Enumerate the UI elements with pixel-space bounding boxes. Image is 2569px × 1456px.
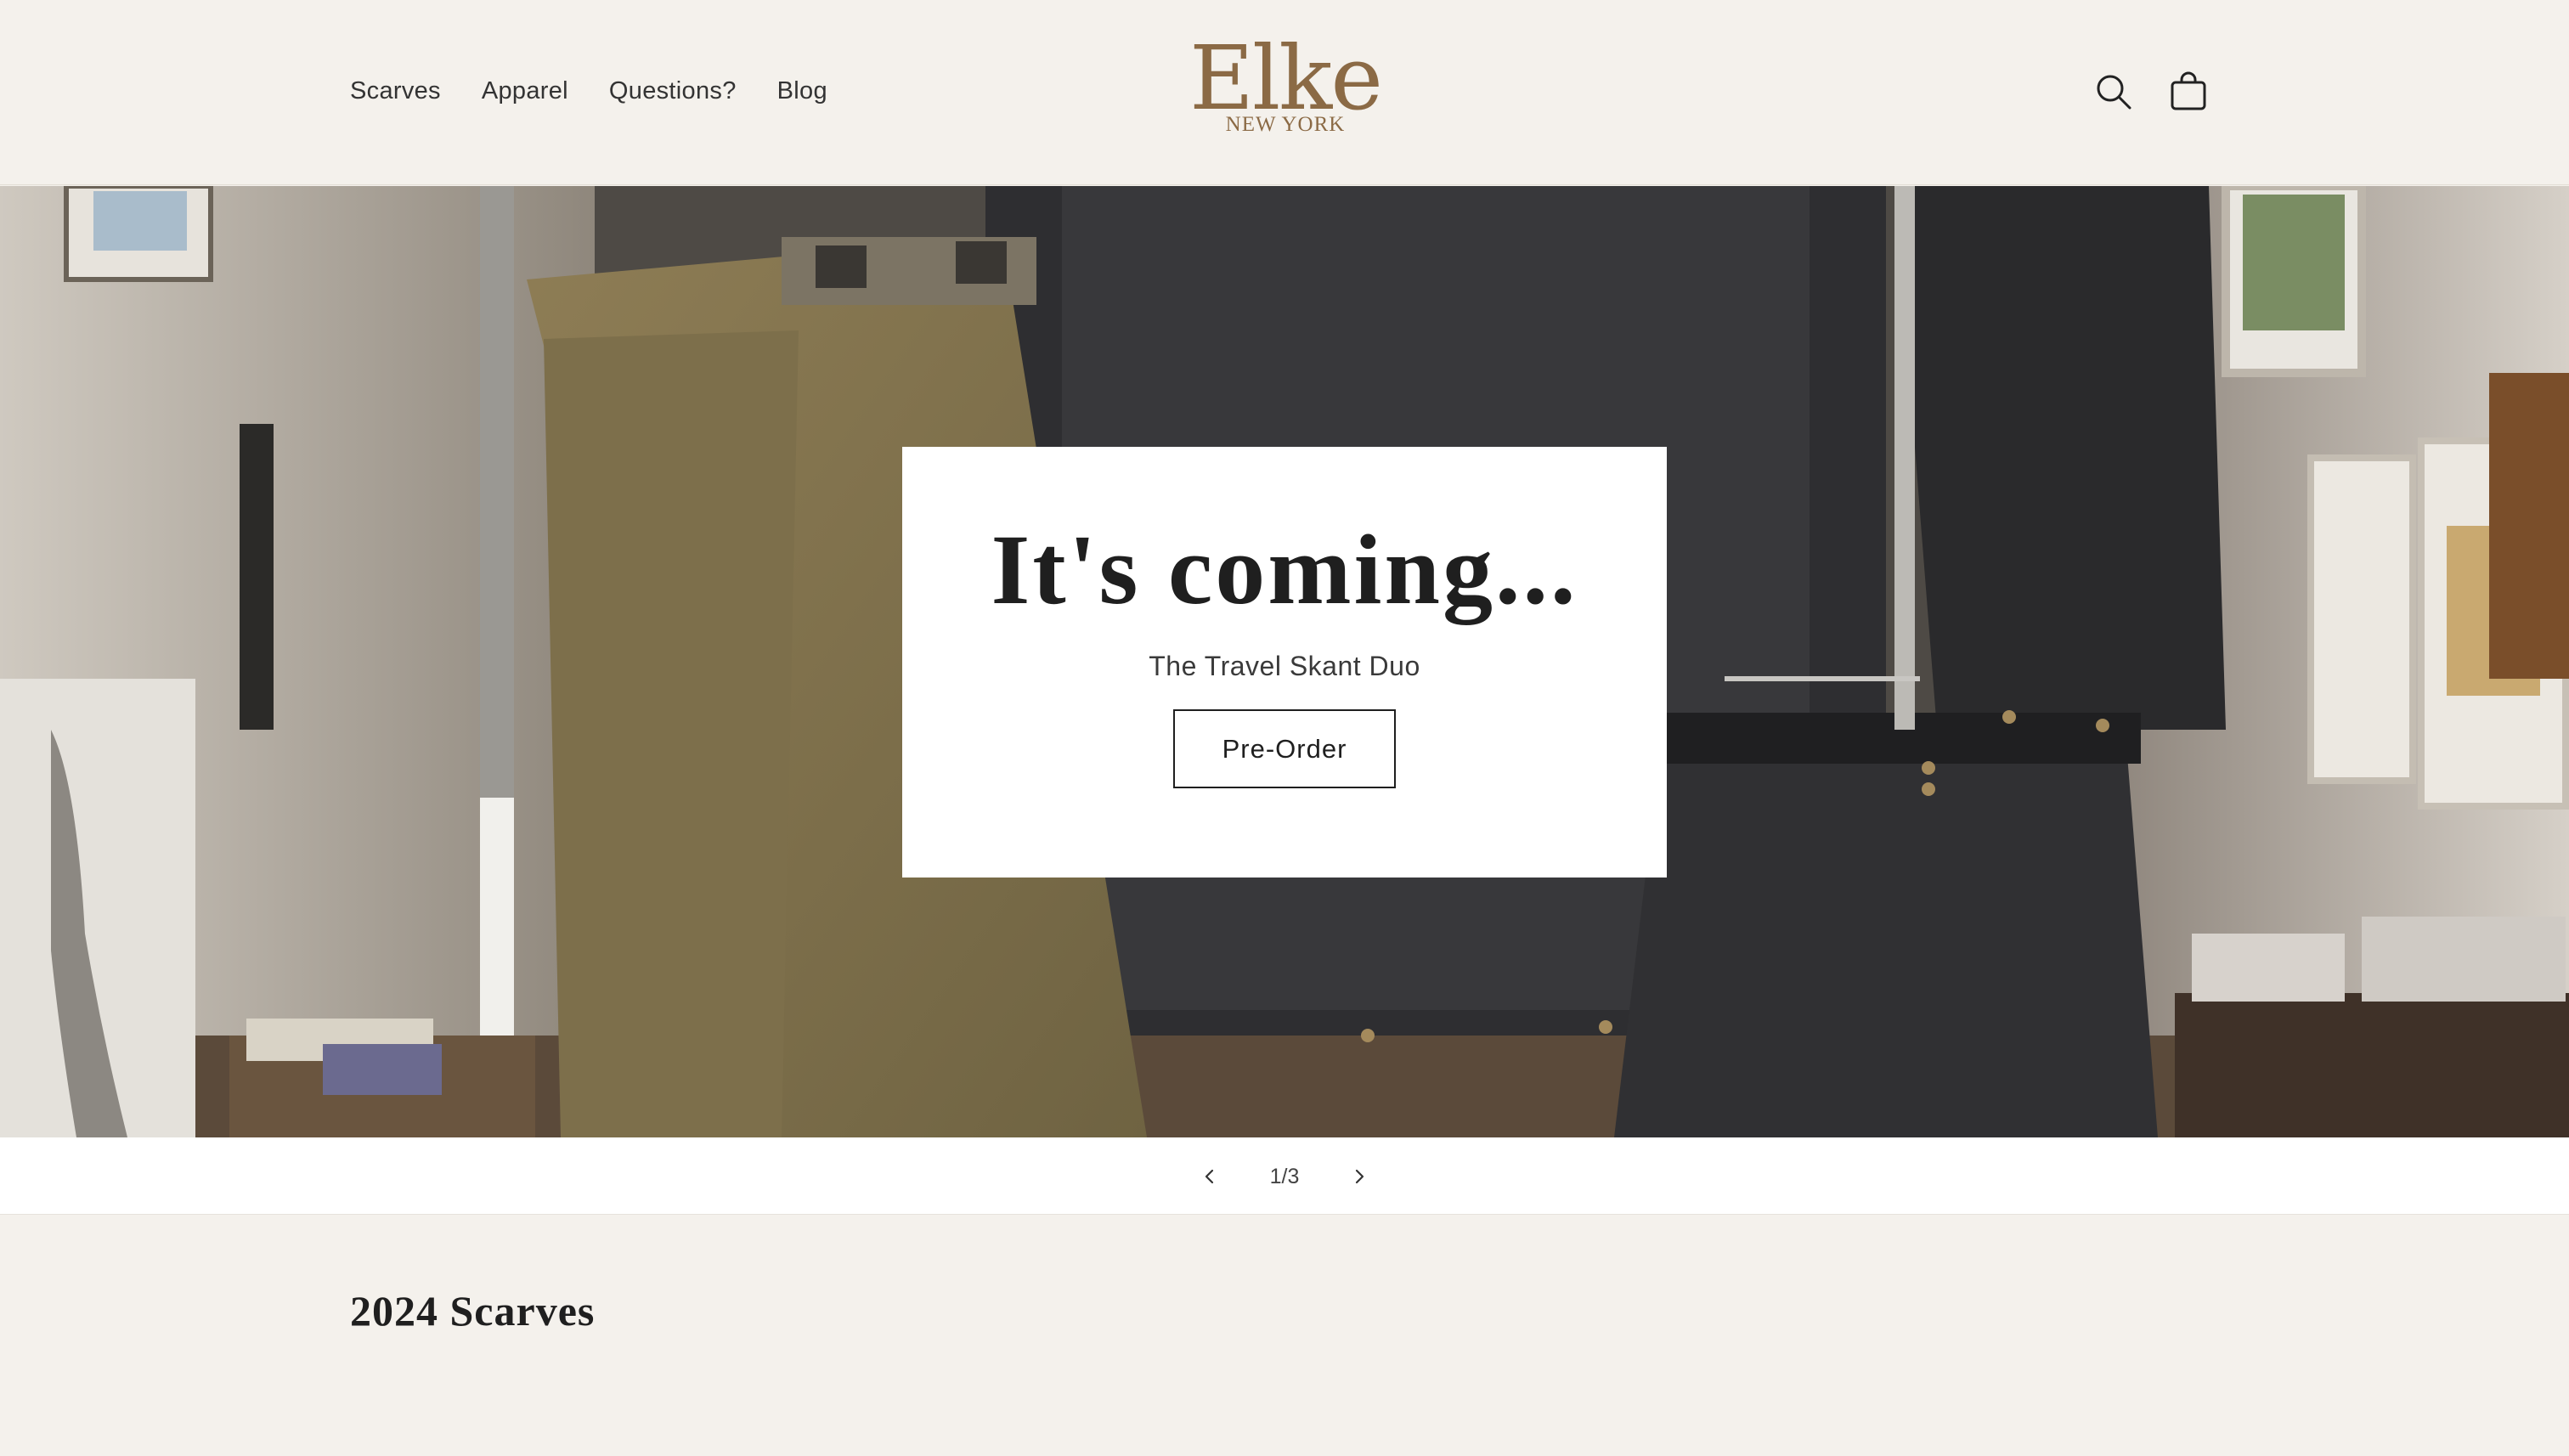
search-icon	[2097, 75, 2131, 110]
cart-icon	[2171, 71, 2206, 110]
nav-link-apparel[interactable]: Apparel	[482, 70, 568, 112]
site-logo[interactable]: Elke NEW YORK	[1183, 26, 1387, 146]
chevron-right-icon	[1355, 1169, 1364, 1184]
nav-link-scarves[interactable]: Scarves	[350, 70, 441, 112]
previous-slide-button[interactable]	[1191, 1158, 1228, 1195]
pre-order-button[interactable]: Pre-Order	[1173, 709, 1396, 788]
slider-controls: 1/3	[0, 1137, 2569, 1215]
nav-link-blog[interactable]: Blog	[777, 70, 827, 112]
collection-heading: 2024 Scarves	[350, 1287, 596, 1335]
hero-heading: It's coming...	[991, 514, 1578, 625]
logo-wordmark: Elke	[1189, 26, 1383, 130]
search-button[interactable]	[2088, 66, 2139, 117]
cart-button[interactable]	[2163, 66, 2214, 117]
main-nav: Scarves Apparel Questions? Blog	[350, 70, 868, 112]
hero-content-card: It's coming... The Travel Skant Duo Pre-…	[902, 447, 1667, 878]
hero-subheading: The Travel Skant Duo	[1149, 651, 1420, 681]
hero-slideshow: It's coming... The Travel Skant Duo Pre-…	[0, 186, 2569, 1137]
nav-link-questions[interactable]: Questions?	[609, 70, 737, 112]
slide-counter: 1/3	[1269, 1165, 1300, 1188]
site-header: Scarves Apparel Questions? Blog Elke NEW…	[0, 0, 2569, 185]
next-slide-button[interactable]	[1341, 1158, 1378, 1195]
chevron-left-icon	[1205, 1169, 1214, 1184]
